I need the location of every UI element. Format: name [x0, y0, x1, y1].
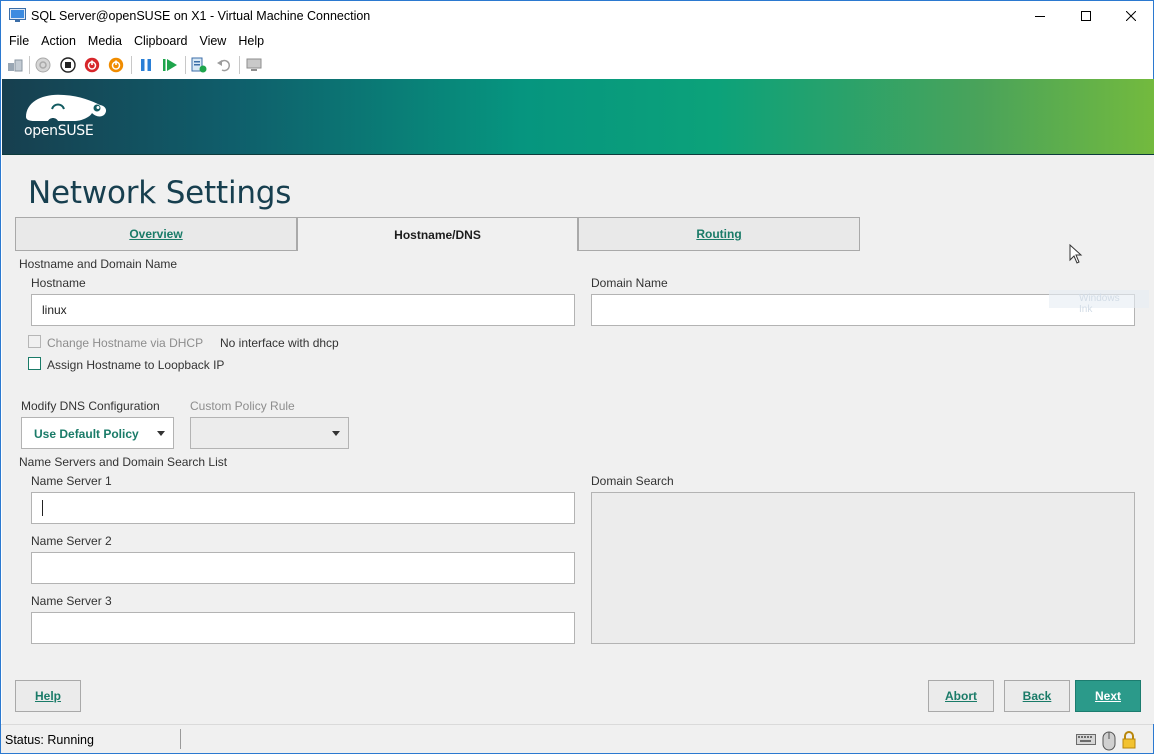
domain-search-label: Domain Search — [591, 474, 674, 488]
status-bar: Status: Running — [1, 724, 1153, 753]
vm-screen[interactable]: openSUSE Network Settings Overview Hostn… — [2, 79, 1154, 724]
lock-icon — [1122, 731, 1136, 749]
minimize-icon — [1035, 16, 1045, 17]
logo-wordmark: openSUSE — [24, 123, 94, 139]
text-caret — [42, 500, 43, 516]
dhcp-hostname-label: Change Hostname via DHCP — [47, 336, 204, 350]
modify-dns-value: Use Default Policy — [34, 427, 139, 441]
vm-connection-window: SQL Server@openSUSE on X1 - Virtual Mach… — [0, 0, 1154, 754]
dhcp-hostname-checkbox[interactable] — [28, 335, 41, 348]
abort-button[interactable]: Abort — [928, 680, 994, 712]
custom-policy-select[interactable] — [190, 417, 349, 449]
tab-routing-label: Routing — [696, 227, 742, 241]
dhcp-note: No interface with dhcp — [220, 336, 339, 350]
shut-down-icon[interactable] — [84, 57, 100, 73]
menu-action[interactable]: Action — [35, 31, 82, 51]
help-button-label: Help — [34, 689, 61, 703]
domain-name-label: Domain Name — [591, 276, 668, 290]
pause-icon[interactable] — [138, 57, 154, 73]
tab-overview[interactable]: Overview — [15, 217, 297, 251]
windows-ink-overlay: Windows Ink — [1049, 290, 1149, 315]
menu-bar: File Action Media Clipboard View Help — [1, 31, 1153, 51]
vm-connection-icon — [9, 8, 26, 22]
hostname-label: Hostname — [31, 276, 86, 290]
modify-dns-select[interactable]: Use Default Policy — [21, 417, 174, 449]
next-button-label: Next — [1094, 689, 1121, 703]
revert-icon[interactable] — [216, 57, 232, 73]
reset-icon[interactable] — [162, 57, 178, 73]
menu-help[interactable]: Help — [232, 31, 270, 51]
chevron-down-icon — [332, 431, 340, 436]
domain-search-textarea[interactable] — [591, 492, 1135, 644]
name-server-3-input[interactable] — [31, 612, 575, 644]
tab-hostname-dns-label: Hostname/DNS — [394, 227, 481, 242]
name-server-1-input[interactable] — [31, 492, 575, 524]
menu-media[interactable]: Media — [82, 31, 128, 51]
tab-overview-label: Overview — [129, 227, 183, 241]
abort-button-label: Abort — [945, 689, 977, 703]
ctrl-alt-del-icon[interactable] — [7, 57, 23, 73]
custom-policy-label: Custom Policy Rule — [190, 399, 295, 413]
toolbar-separator — [185, 56, 186, 74]
title-bar: SQL Server@openSUSE on X1 - Virtual Mach… — [1, 1, 1153, 31]
maximize-icon — [1081, 11, 1091, 21]
back-button-label: Back — [1022, 689, 1052, 703]
next-button[interactable]: Next — [1075, 680, 1141, 712]
status-text: Status: Running — [5, 733, 94, 747]
nameservers-heading: Name Servers and Domain Search List — [19, 455, 228, 469]
name-server-2-input[interactable] — [31, 552, 575, 584]
status-separator — [180, 729, 181, 749]
name-server-3-label: Name Server 3 — [31, 594, 112, 608]
maximize-button[interactable] — [1063, 1, 1109, 31]
start-icon[interactable] — [35, 57, 51, 73]
hostname-section-heading: Hostname and Domain Name — [19, 257, 178, 271]
back-button[interactable]: Back — [1004, 680, 1070, 712]
close-icon — [1126, 11, 1136, 21]
toolbar-separator — [239, 56, 240, 74]
save-icon[interactable] — [108, 57, 124, 73]
opensuse-banner: openSUSE — [2, 79, 1154, 155]
menu-view[interactable]: View — [193, 31, 232, 51]
enhanced-session-icon[interactable] — [246, 57, 262, 73]
modify-dns-label: Modify DNS Configuration — [21, 399, 160, 413]
help-button[interactable]: Help — [15, 680, 81, 712]
name-server-2-label: Name Server 2 — [31, 534, 112, 548]
toolbar-separator — [131, 56, 132, 74]
mouse-pointer-icon — [1069, 244, 1083, 264]
name-server-1-label: Name Server 1 — [31, 474, 112, 488]
checkpoint-icon[interactable] — [191, 57, 207, 73]
loopback-label: Assign Hostname to Loopback IP — [47, 358, 225, 372]
toolbar-separator — [29, 56, 30, 74]
minimize-button[interactable] — [1017, 1, 1063, 31]
menu-file[interactable]: File — [3, 31, 35, 51]
page-title: Network Settings — [28, 175, 292, 211]
tab-routing[interactable]: Routing — [578, 217, 860, 251]
toolbar — [1, 53, 1153, 77]
turn-off-icon[interactable] — [60, 57, 76, 73]
close-button[interactable] — [1108, 1, 1154, 31]
keyboard-icon[interactable] — [1076, 731, 1096, 747]
mouse-icon[interactable] — [1102, 731, 1116, 751]
hostname-input[interactable]: linux — [31, 294, 575, 326]
window-title: SQL Server@openSUSE on X1 - Virtual Mach… — [31, 9, 371, 23]
menu-clipboard[interactable]: Clipboard — [128, 31, 194, 51]
loopback-checkbox[interactable] — [28, 357, 41, 370]
chevron-down-icon — [157, 431, 165, 436]
tab-hostname-dns[interactable]: Hostname/DNS — [297, 217, 578, 251]
